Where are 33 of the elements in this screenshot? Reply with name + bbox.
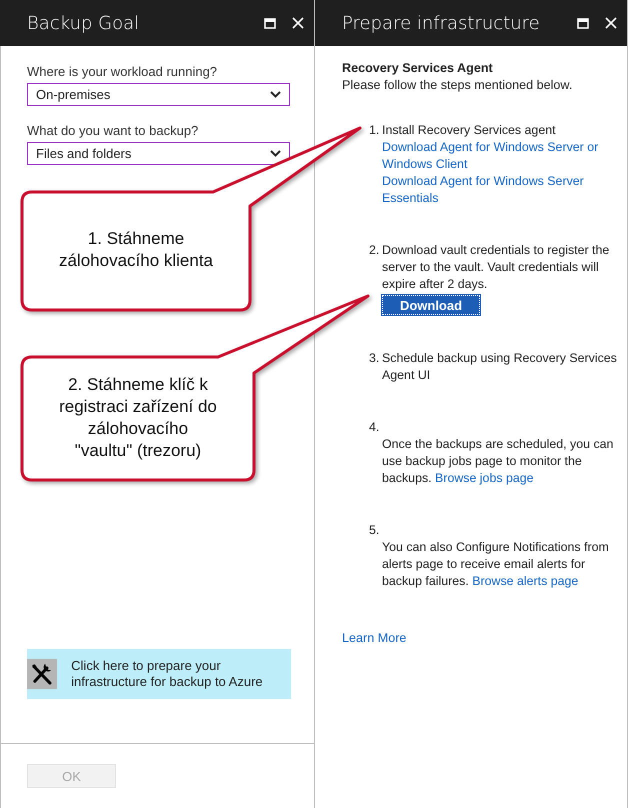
maximize-icon[interactable] <box>577 18 589 28</box>
callout-text: 2. Stáhneme klíč k registraci zařízení do zálohovacího "vaultu" (trezoru) <box>58 374 218 462</box>
close-icon[interactable] <box>605 17 617 29</box>
step-number: 5. <box>369 522 380 539</box>
section-heading: Recovery Services Agent <box>342 60 494 77</box>
callout-text: 1. Stáhneme zálohovacího klienta <box>58 228 214 272</box>
step-number: 2. <box>369 242 380 259</box>
step-text: Download vault credentials to register the server to the vault. Vault credentials will expire after 2 days. <box>382 243 610 291</box>
step-text: Install Recovery Services agent <box>382 123 556 137</box>
close-icon[interactable] <box>292 17 304 29</box>
blade-title: Prepare infrastructure <box>342 12 541 34</box>
download-button[interactable]: Download <box>382 295 480 315</box>
chevron-down-icon <box>270 91 281 98</box>
field-label: What do you want to backup? <box>27 123 200 138</box>
step-text: Once the backups are scheduled, you can use backup jobs page to monitor the backups. Browse jobs page <box>382 437 614 485</box>
download-link[interactable]: Download Agent for Windows Server or Windows Client <box>382 139 621 173</box>
link[interactable]: Browse jobs page <box>435 471 534 485</box>
step-text: Schedule backup using Recovery Services Agent UI <box>382 351 617 382</box>
blade-title: Backup Goal <box>27 12 140 34</box>
step-number: 4. <box>369 419 380 436</box>
step-text: You can also Configure Notifications from alerts page to receive email alerts for backup failures. Browse alerts page <box>382 540 609 588</box>
step-number: 3. <box>369 350 380 367</box>
link[interactable]: Browse alerts page <box>472 574 578 588</box>
maximize-icon[interactable] <box>264 18 276 28</box>
instructions-text: Please follow the steps mentioned below. <box>342 78 572 92</box>
step-number: 1. <box>369 122 380 139</box>
field-label: Where is your workload running? <box>27 64 218 79</box>
chevron-down-icon <box>270 150 281 157</box>
dropdown-field[interactable]: Files and folders <box>27 142 290 165</box>
prepare-infrastructure-button[interactable]: Click here to prepare your infrastructure for backup to Azure <box>27 649 291 699</box>
learn-more-link[interactable]: Learn More <box>342 630 406 647</box>
download-link[interactable]: Download Agent for Windows Server Essentials <box>382 173 621 207</box>
dropdown-field[interactable]: On-premises <box>27 83 290 106</box>
